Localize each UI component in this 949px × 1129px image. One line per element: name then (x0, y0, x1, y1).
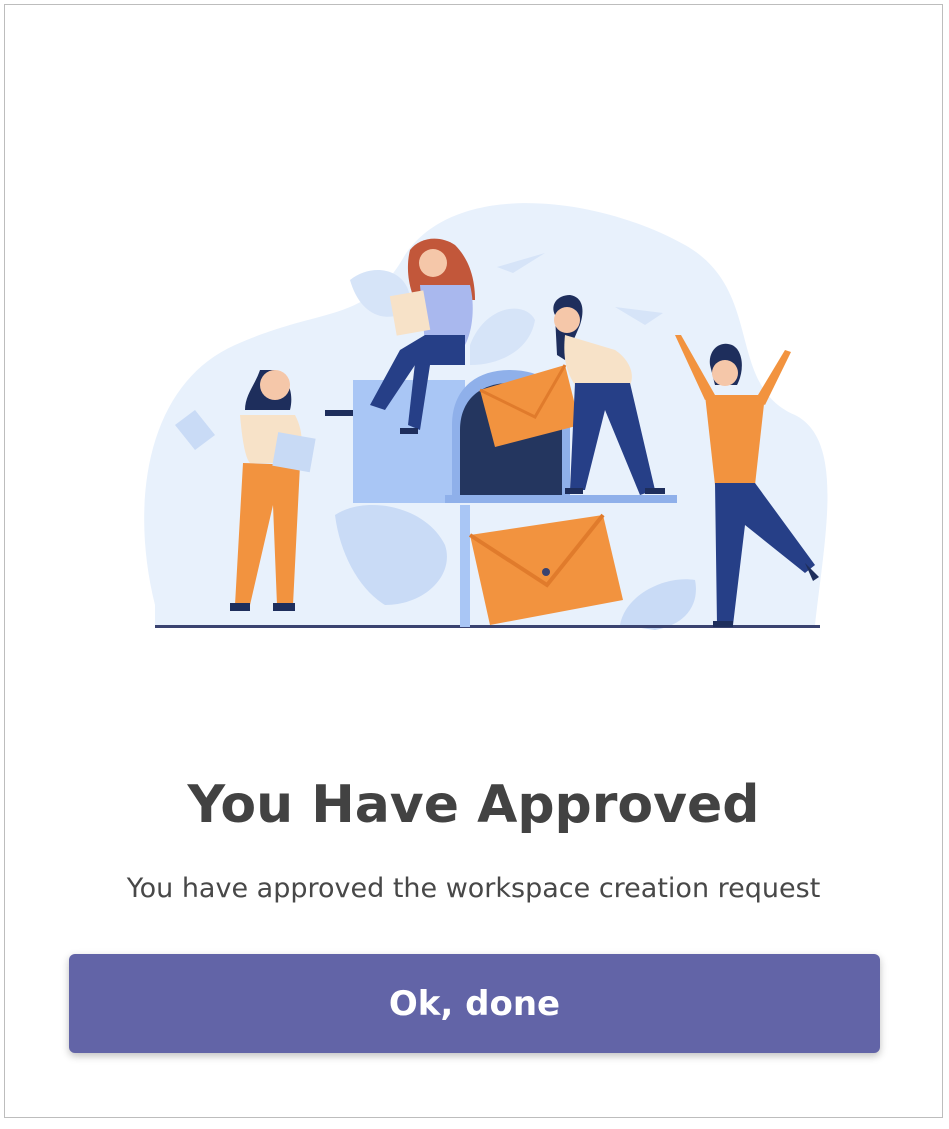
approval-dialog: You Have Approved You have approved the … (4, 4, 943, 1118)
mailbox-post (460, 505, 470, 627)
dialog-message: You have approved the workspace creation… (126, 873, 821, 904)
mailbox-illustration (144, 203, 828, 630)
ok-done-button[interactable]: Ok, done (69, 954, 880, 1053)
mailbox-shelf (445, 495, 677, 503)
mailbox-body (353, 380, 465, 503)
dialog-title: You Have Approved (187, 775, 760, 835)
